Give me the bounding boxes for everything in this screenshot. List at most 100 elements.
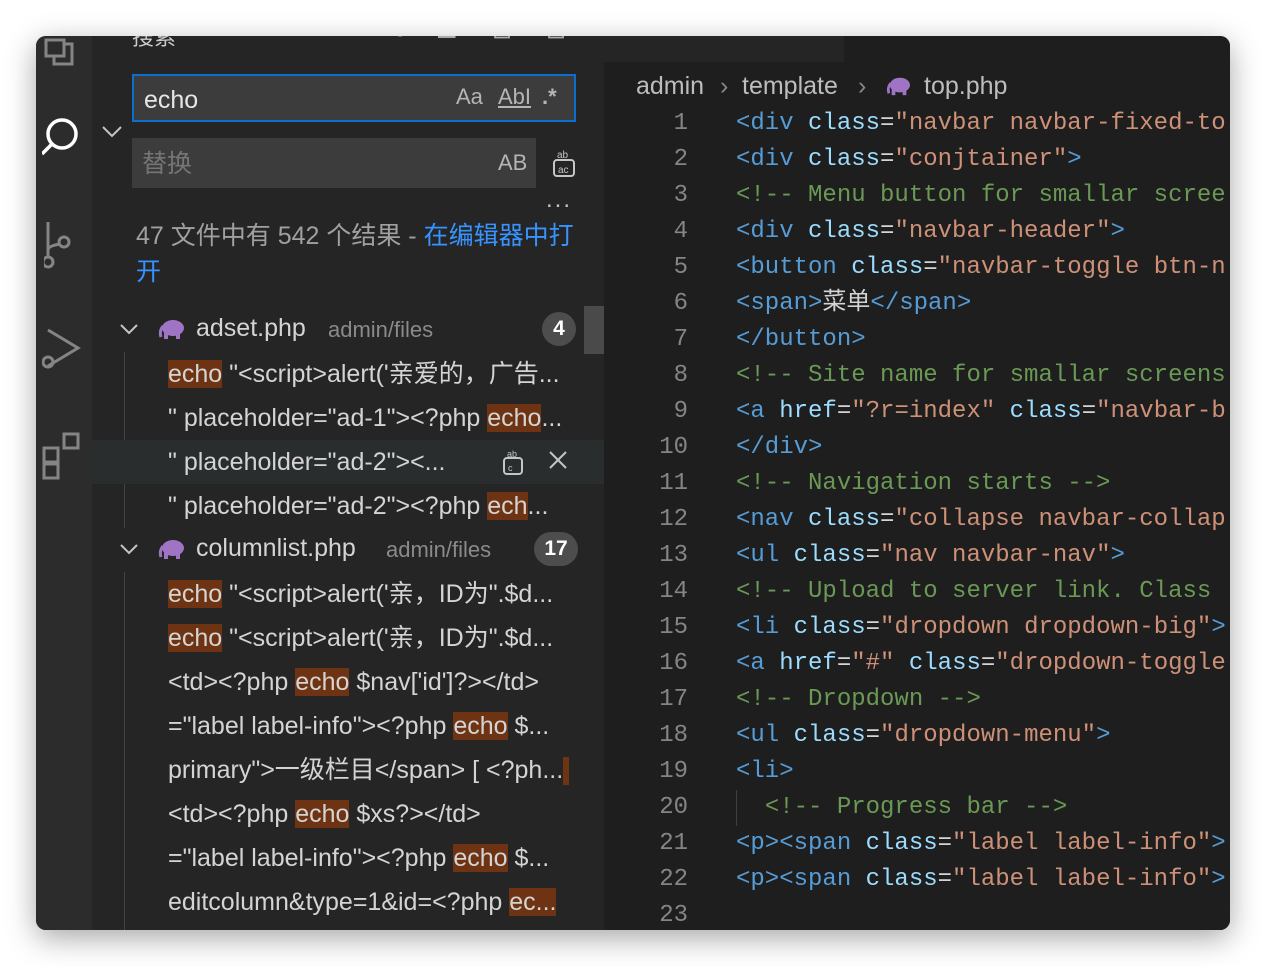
code-line[interactable]: 12 <nav class="collapse navbar-collap — [604, 502, 1230, 538]
collapse-all-icon[interactable]: ⊟ — [546, 36, 566, 45]
code-token: = — [937, 866, 953, 893]
code-token: class — [808, 218, 881, 245]
explorer-icon[interactable] — [36, 36, 92, 82]
code-line[interactable]: 8 <!-- Site name for smallar screens — [604, 358, 1230, 394]
regex-toggle[interactable]: .* — [542, 84, 557, 110]
code-line[interactable]: 23 — [604, 898, 1230, 930]
search-input[interactable] — [142, 82, 446, 118]
line-number: 21 — [659, 830, 688, 857]
code-line[interactable]: 16 <a href="#" class="dropdown-toggle — [604, 646, 1230, 682]
source-control-icon[interactable] — [36, 220, 92, 276]
code-line[interactable]: 1 <div class="navbar navbar-fixed-to — [604, 106, 1230, 142]
code-token: class — [865, 866, 938, 893]
line-number: 15 — [659, 614, 688, 641]
new-search-editor-icon[interactable]: ⊞ — [492, 36, 512, 45]
code-token: <li> — [736, 758, 794, 785]
code-line[interactable]: 19 <li> — [604, 754, 1230, 790]
editor-tab-strip — [604, 36, 844, 62]
match-text: "<script>alert('亲，ID为".$d... — [222, 580, 554, 608]
dismiss-match-icon[interactable] — [548, 450, 568, 470]
line-number: 11 — [659, 470, 688, 497]
code-line[interactable]: 22 <p><span class="label label-info"> — [604, 862, 1230, 898]
code-line[interactable]: 21 <p><span class="label label-info"> — [604, 826, 1230, 862]
extensions-icon[interactable] — [36, 430, 92, 486]
match-line[interactable]: ="label label-info"><?php echo $... — [168, 704, 608, 748]
code-line[interactable]: 10 </div> — [604, 430, 1230, 466]
run-debug-icon[interactable] — [36, 322, 92, 378]
code-editor[interactable]: admin › template › top.php 1 <div class="… — [604, 36, 1230, 930]
code-line[interactable]: 3 <!-- Menu button for smallar scree — [604, 178, 1230, 214]
code-line[interactable]: 6 <span>菜单</span> — [604, 286, 1230, 322]
match-line[interactable]: " placeholder="ad-1"><?php echo... — [168, 396, 608, 440]
file-result-columnlist[interactable]: columnlist.php admin/files 17 — [92, 528, 604, 572]
code-line[interactable]: 7 </button> — [604, 322, 1230, 358]
line-number: 6 — [673, 290, 688, 317]
code-token: <div — [736, 110, 794, 137]
code-line[interactable]: 5 <button class="navbar-toggle btn-n — [604, 250, 1230, 286]
match-line[interactable]: " placeholder="ad-2"><?php ech... — [168, 484, 608, 528]
match-text: <td><?php — [168, 668, 296, 696]
code-line[interactable]: 14 <!-- Upload to server link. Class ' — [604, 574, 1230, 610]
code-line[interactable]: 11 <!-- Navigation starts --> — [604, 466, 1230, 502]
match-text: $xs?></td> — [349, 800, 481, 828]
match-count-badge: 4 — [542, 312, 576, 346]
svg-text:ab: ab — [507, 449, 517, 459]
breadcrumb-item[interactable]: top.php — [924, 66, 1007, 106]
code-text: <button class="navbar-toggle btn-n — [736, 250, 1226, 286]
search-sidebar: 搜索 ⟳ ☰ ⊞ ⊟ Aa AbI .* AB ab ac ... 47 文件中… — [92, 36, 604, 930]
code-token: = — [865, 614, 881, 641]
code-token: href — [779, 398, 837, 425]
code-line[interactable]: 13 <ul class="nav navbar-nav"> — [604, 538, 1230, 574]
line-number: 1 — [673, 110, 688, 137]
code-line[interactable]: 4 <div class="navbar-header"> — [604, 214, 1230, 250]
match-line[interactable]: editcolumn&type=1&id=<?php ec... — [168, 880, 608, 924]
preserve-case-toggle[interactable]: AB — [498, 150, 527, 176]
code-token: class — [808, 506, 881, 533]
chevron-down-icon[interactable] — [118, 538, 140, 560]
toggle-replace-chevron-icon[interactable] — [100, 124, 124, 140]
search-icon[interactable] — [36, 108, 92, 164]
match-line[interactable]: echo "<script>alert('亲爱的，广告... — [168, 352, 608, 396]
clear-results-icon[interactable]: ☰ — [436, 36, 458, 45]
breadcrumb-item[interactable]: template — [742, 66, 838, 106]
code-token: <!-- Upload to server link. Class ' — [736, 578, 1230, 605]
line-number: 13 — [659, 542, 688, 569]
breadcrumb-item[interactable]: admin — [636, 66, 704, 106]
match-line[interactable]: primary">一级栏目</span> [ <?ph... — [168, 748, 608, 792]
code-line[interactable]: 2 <div class="conjtainer"> — [604, 142, 1230, 178]
line-number: 20 — [659, 794, 688, 821]
code-token: "collapse navbar-collap — [894, 506, 1226, 533]
match-line[interactable]: <td><?php echo $xs?></td> — [168, 792, 608, 836]
match-line[interactable]: echo "<script>alert('亲，ID为".$d... — [168, 572, 608, 616]
replace-field[interactable]: AB — [132, 138, 536, 188]
code-line[interactable]: 20 <!-- Progress bar --> — [604, 790, 1230, 826]
code-line[interactable]: 15 <li class="dropdown dropdown-big"> — [604, 610, 1230, 646]
code-token: > — [1067, 146, 1082, 173]
code-token: = — [937, 830, 953, 857]
replace-all-icon[interactable]: ab ac — [550, 148, 582, 180]
match-line[interactable]: echo "<script>alert('亲，ID为".$d... — [168, 616, 608, 660]
match-highlight: echo — [453, 712, 508, 740]
code-line[interactable]: 18 <ul class="dropdown-menu"> — [604, 718, 1230, 754]
replace-match-icon[interactable]: ab c — [502, 448, 524, 476]
code-line[interactable]: 17 <!-- Dropdown --> — [604, 682, 1230, 718]
match-text: $... — [507, 712, 550, 740]
code-line[interactable]: 9 <a href="?r=index" class="navbar-b — [604, 394, 1230, 430]
match-case-toggle[interactable]: Aa — [456, 84, 483, 110]
match-line[interactable]: " placeholder="ad-2"><... — [168, 440, 488, 484]
match-whole-word-toggle[interactable]: AbI — [498, 84, 531, 110]
chevron-down-icon[interactable] — [118, 318, 140, 340]
code-token: "navbar-header" — [894, 218, 1111, 245]
match-text: "<script>alert('亲爱的，广告... — [222, 360, 560, 388]
more-search-options-icon[interactable]: ... — [546, 186, 572, 214]
search-field[interactable]: Aa AbI .* — [132, 74, 576, 122]
replace-input[interactable] — [140, 146, 444, 182]
match-line[interactable]: ="label label-info"><?php echo $... — [168, 836, 608, 880]
file-result-adset[interactable]: adset.php admin/files 4 — [92, 308, 604, 352]
refresh-icon[interactable]: ⟳ — [392, 36, 412, 45]
match-line[interactable]: <td><?php echo $nav['id']?></td> — [168, 660, 608, 704]
